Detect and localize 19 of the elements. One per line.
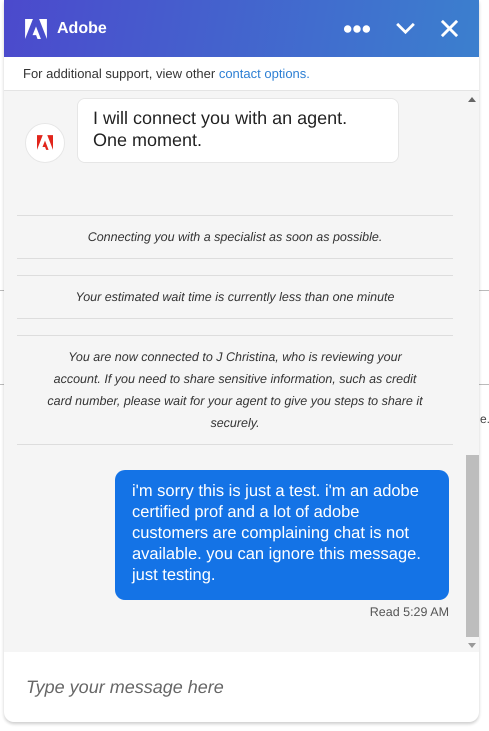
system-message: Your estimated wait time is currently less than one minute xyxy=(17,275,453,319)
read-receipt: Read 5:29 AM xyxy=(370,605,449,619)
system-message: You are now connected to J Christina, who is reviewing your account. If you need to share sensitive information, such as credit card number, please wait for your agent to give you steps to share it securely. xyxy=(17,335,453,445)
system-message: Connecting you with a specialist as soon as possible. xyxy=(17,215,453,259)
contact-link[interactable]: contact options. xyxy=(218,66,310,81)
page-text: e. xyxy=(480,412,489,426)
logo-icon xyxy=(37,135,53,150)
close-icon[interactable] xyxy=(440,19,459,38)
scroll-down-icon[interactable] xyxy=(468,643,476,648)
scroll-thumb[interactable] xyxy=(466,455,478,637)
user-message: i'm sorry this is just a test. i'm an adobe certified prof and a lot of adobe customers are complaining chat is not available. you can ignore this message. just testing. xyxy=(115,470,449,600)
support-note: For additional support, view other contact options. xyxy=(23,66,310,81)
more-icon[interactable] xyxy=(343,24,371,34)
bot-message: I will connect you with an agent. One moment. xyxy=(77,98,399,163)
logo-icon xyxy=(25,18,47,38)
message-input[interactable]: Type your message here xyxy=(24,676,459,698)
app-title: Adobe xyxy=(57,20,107,38)
chevron-down-icon[interactable] xyxy=(395,22,416,35)
scroll-up-icon[interactable] xyxy=(468,97,476,102)
